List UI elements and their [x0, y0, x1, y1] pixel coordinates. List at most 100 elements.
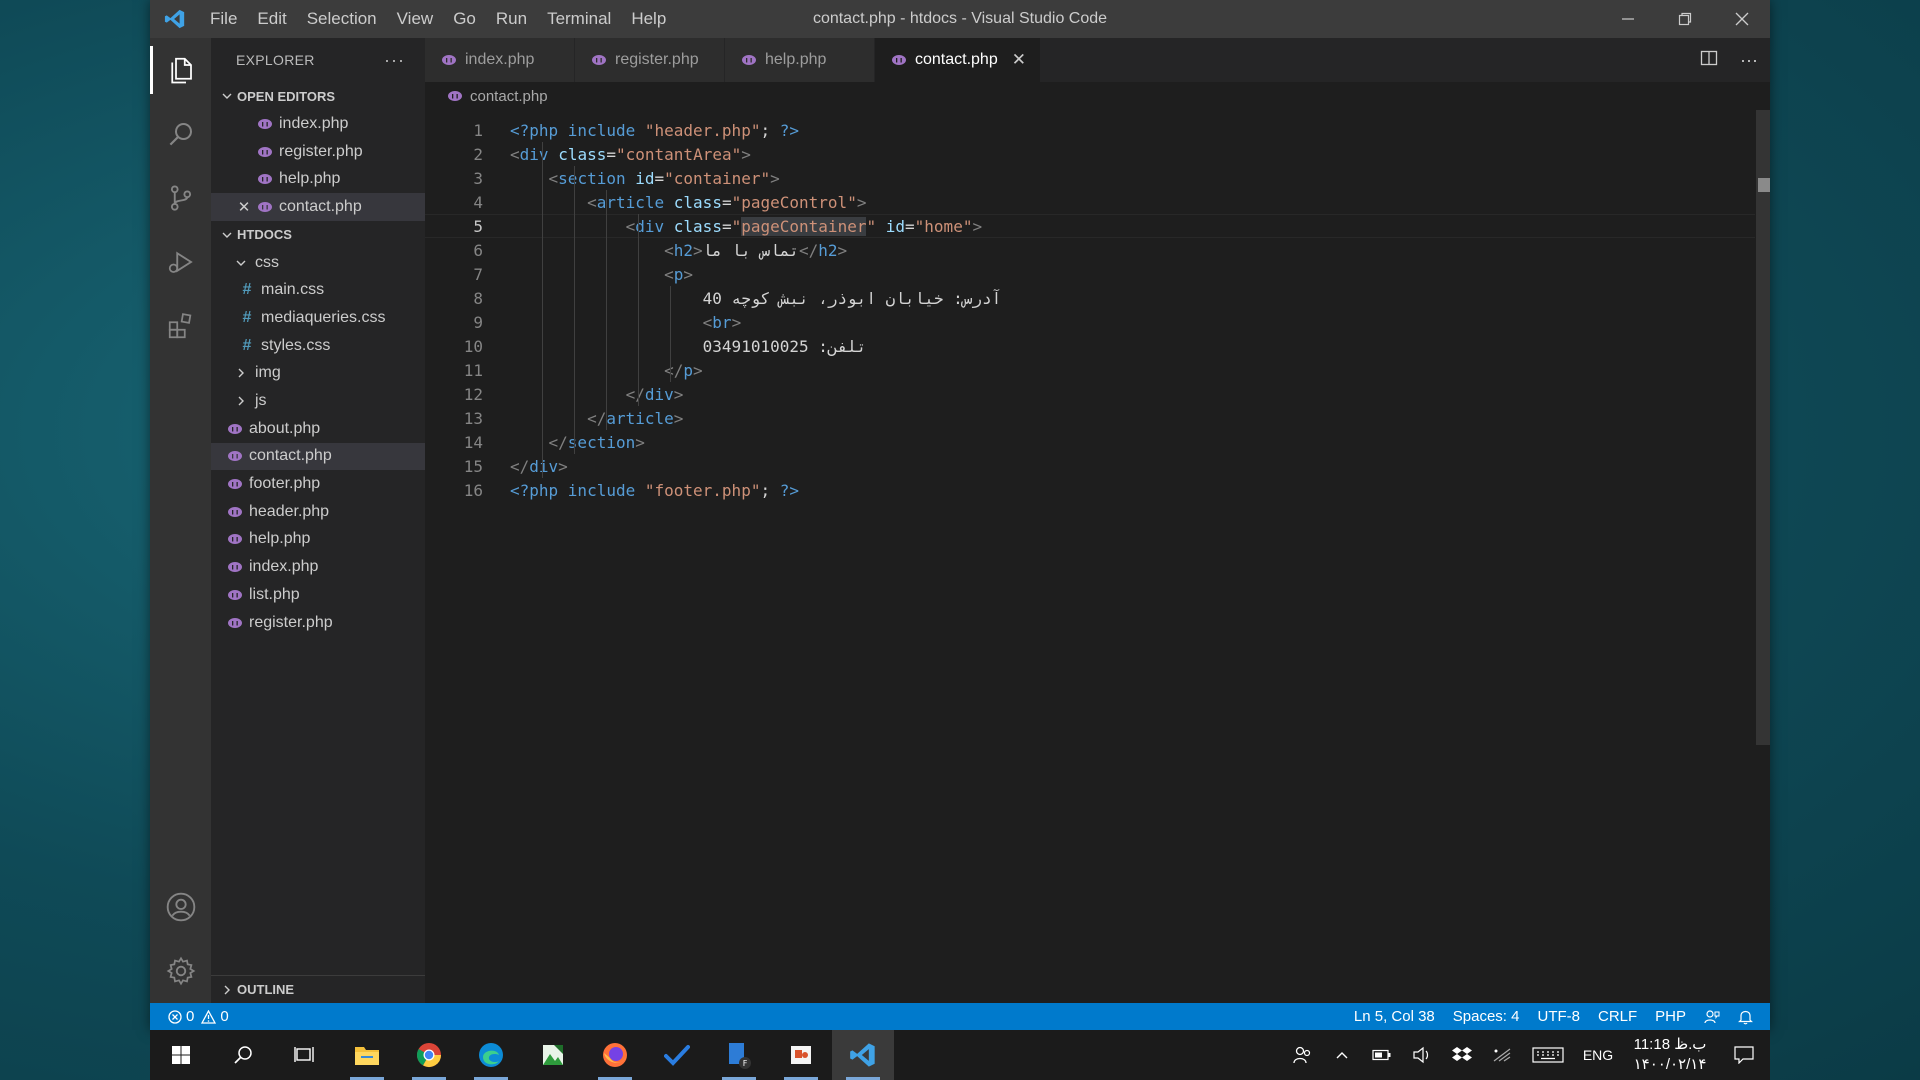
code-line[interactable]: 11 </p>: [425, 358, 1755, 382]
manage-activity[interactable]: [150, 939, 211, 1003]
source-control-activity[interactable]: [150, 166, 211, 230]
open-editors-header[interactable]: OPEN EDITORS: [211, 82, 425, 110]
php-file-icon: [225, 478, 245, 490]
menu-file[interactable]: File: [200, 0, 247, 38]
input-language[interactable]: ENG: [1574, 1030, 1622, 1080]
taskbar-search-button[interactable]: [212, 1030, 274, 1080]
volume-icon[interactable]: [1402, 1030, 1442, 1080]
menu-selection[interactable]: Selection: [297, 0, 387, 38]
firefox-app[interactable]: [584, 1030, 646, 1080]
keyboard-icon[interactable]: [1522, 1030, 1574, 1080]
end-of-line[interactable]: CRLF: [1589, 1003, 1646, 1030]
code-line[interactable]: 6 <h2>تماس با ما</h2>: [425, 238, 1755, 262]
open-editor-item[interactable]: help.php: [211, 165, 425, 193]
open-editor-item-active[interactable]: ✕ contact.php: [211, 193, 425, 221]
bell-icon[interactable]: [1729, 1003, 1762, 1030]
feedback-icon[interactable]: [1695, 1003, 1729, 1030]
accounts-activity[interactable]: [150, 875, 211, 939]
wifi-icon[interactable]: [1482, 1030, 1522, 1080]
code-editor[interactable]: 1 <?php include "header.php"; ?> 2 <div cla…: [425, 110, 1770, 1003]
run-debug-activity[interactable]: [150, 230, 211, 294]
notifications-icon[interactable]: [1718, 1030, 1770, 1080]
search-activity[interactable]: [150, 102, 211, 166]
start-button[interactable]: [150, 1030, 212, 1080]
tab-index-php[interactable]: index.php: [425, 38, 575, 82]
scrollbar-thumb[interactable]: [1756, 110, 1770, 745]
todo-app[interactable]: [646, 1030, 708, 1080]
file-item[interactable]: # styles.css: [211, 332, 425, 360]
file-item[interactable]: help.php: [211, 526, 425, 554]
code-line[interactable]: 1 <?php include "header.php"; ?>: [425, 118, 1755, 142]
code-line[interactable]: 8 آدرس: خیابان ابوذر، نبش کوچه 40: [425, 286, 1755, 310]
code-line[interactable]: 14 </section>: [425, 430, 1755, 454]
file-item[interactable]: header.php: [211, 498, 425, 526]
more-actions-icon[interactable]: ···: [1740, 50, 1758, 71]
folder-js[interactable]: js: [211, 387, 425, 415]
code-line[interactable]: 4 <article class="pageControl">: [425, 190, 1755, 214]
language-mode[interactable]: PHP: [1646, 1003, 1695, 1030]
code-token: div: [635, 216, 665, 236]
file-item-selected[interactable]: contact.php: [211, 442, 425, 471]
chevron-up-icon[interactable]: [1322, 1030, 1362, 1080]
code-line[interactable]: 12 </div>: [425, 382, 1755, 406]
close-window-button[interactable]: [1713, 0, 1770, 38]
file-item[interactable]: register.php: [211, 609, 425, 637]
task-view-button[interactable]: [274, 1030, 336, 1080]
file-item[interactable]: about.php: [211, 415, 425, 443]
folder-img[interactable]: img: [211, 360, 425, 388]
cursor-position[interactable]: Ln 5, Col 38: [1345, 1003, 1444, 1030]
folder-css[interactable]: css: [211, 249, 425, 277]
tab-register-php[interactable]: register.php: [575, 38, 725, 82]
restore-button[interactable]: [1656, 0, 1713, 38]
file-item[interactable]: list.php: [211, 581, 425, 609]
battery-icon[interactable]: [1362, 1030, 1402, 1080]
code-line[interactable]: 7 <p>: [425, 262, 1755, 286]
code-line[interactable]: 2 <div class="contantArea">: [425, 142, 1755, 166]
minimize-button[interactable]: [1599, 0, 1656, 38]
extensions-activity[interactable]: [150, 294, 211, 358]
problems-indicator[interactable]: 0 0: [150, 1003, 238, 1030]
file-item[interactable]: index.php: [211, 553, 425, 581]
file-item[interactable]: # mediaqueries.css: [211, 304, 425, 332]
menu-run[interactable]: Run: [486, 0, 537, 38]
menu-go[interactable]: Go: [443, 0, 486, 38]
tab-help-php[interactable]: help.php: [725, 38, 875, 82]
code-line[interactable]: 15 </div>: [425, 454, 1755, 478]
menu-help[interactable]: Help: [621, 0, 676, 38]
clock[interactable]: 11:18 ب.ظ ۱۴۰۰/۰۲/۱۴: [1622, 1035, 1718, 1075]
dropbox-icon[interactable]: [1442, 1030, 1482, 1080]
close-editor-icon[interactable]: ✕: [235, 198, 253, 216]
encoding[interactable]: UTF-8: [1528, 1003, 1589, 1030]
split-editor-icon[interactable]: [1700, 49, 1718, 72]
outline-header[interactable]: OUTLINE: [211, 975, 425, 1003]
chrome-app[interactable]: [398, 1030, 460, 1080]
edge-app[interactable]: [460, 1030, 522, 1080]
file-item[interactable]: # main.css: [211, 276, 425, 304]
document-app[interactable]: F: [708, 1030, 770, 1080]
folder-header-htdocs[interactable]: HTDOCS: [211, 221, 425, 249]
people-icon[interactable]: [1282, 1030, 1322, 1080]
indentation[interactable]: Spaces: 4: [1444, 1003, 1529, 1030]
file-explorer-app[interactable]: [336, 1030, 398, 1080]
menu-terminal[interactable]: Terminal: [537, 0, 621, 38]
code-line[interactable]: 9 <br>: [425, 310, 1755, 334]
editor-scrollbar[interactable]: [1756, 110, 1770, 1003]
open-editor-item[interactable]: register.php: [211, 138, 425, 166]
close-tab-icon[interactable]: ✕: [1012, 50, 1026, 70]
menu-view[interactable]: View: [387, 0, 444, 38]
code-line[interactable]: 13 </article>: [425, 406, 1755, 430]
vscode-taskbar-app[interactable]: [832, 1030, 894, 1080]
file-item[interactable]: footer.php: [211, 470, 425, 498]
code-line[interactable]: 3 <section id="container">: [425, 166, 1755, 190]
menu-edit[interactable]: Edit: [247, 0, 296, 38]
photo-editor-app[interactable]: [522, 1030, 584, 1080]
code-line[interactable]: 10 تلفن: 03491010025: [425, 334, 1755, 358]
open-editor-item[interactable]: index.php: [211, 110, 425, 138]
slides-app[interactable]: [770, 1030, 832, 1080]
code-line[interactable]: 16 <?php include "footer.php"; ?>: [425, 478, 1755, 502]
more-actions-icon[interactable]: ···: [384, 50, 405, 71]
code-line[interactable]: 5 <div class="pageContainer" id="home">: [425, 214, 1755, 238]
tab-contact-php[interactable]: contact.php ✕: [875, 38, 1041, 82]
explorer-activity[interactable]: [150, 38, 211, 102]
breadcrumb[interactable]: contact.php: [425, 82, 1770, 110]
